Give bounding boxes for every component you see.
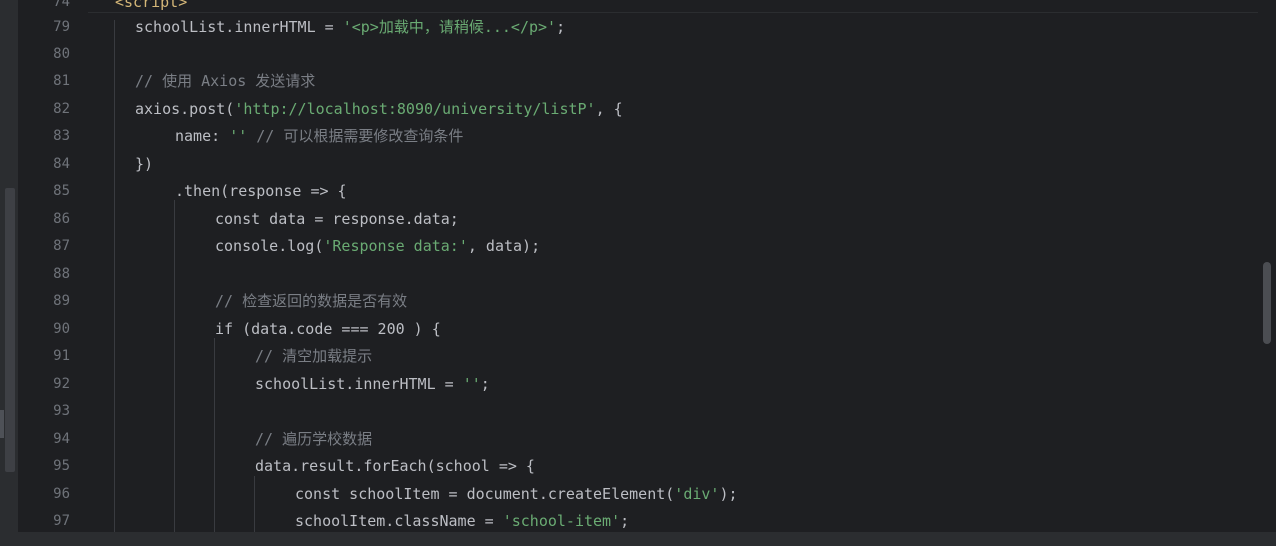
code-token: 'div' <box>674 485 720 503</box>
line-number: 92 <box>53 376 70 392</box>
line-number: 95 <box>53 458 70 474</box>
line-number: 84 <box>53 156 70 172</box>
line-number-gutter[interactable]: 74 79 80 81 82 83 84 85 86 87 88 89 90 91 92 93 94 95 96 97 <box>18 0 88 546</box>
code-line[interactable]: // 清空加载提示 <box>255 346 372 366</box>
line-number: 87 <box>53 238 70 254</box>
code-editor[interactable]: 74 79 80 81 82 83 84 85 86 87 88 89 90 91 92 93 94 95 96 97… <box>0 0 1276 546</box>
code-line[interactable]: <script> <box>115 0 187 12</box>
code-token: const schoolItem = document.createElemen… <box>295 485 675 503</box>
code-token: , { <box>595 100 623 118</box>
code-token: ; <box>556 18 566 36</box>
code-token: // 检查返回的数据是否有效 <box>215 292 408 310</box>
code-area[interactable]: <script> schoolList.innerHTML = '<p>加载中，请… <box>88 0 1250 546</box>
code-token: name: <box>175 127 230 145</box>
code-token: // 遍历学校数据 <box>255 430 373 448</box>
code-token: '' <box>462 375 481 393</box>
code-line[interactable]: if (data.code === 200 ) { <box>215 319 441 339</box>
code-token: // 使用 Axios 发送请求 <box>135 72 316 90</box>
line-number: 83 <box>53 128 70 144</box>
code-line[interactable]: schoolItem.className = 'school-item'; <box>295 511 629 531</box>
code-line[interactable]: const data = response.data; <box>215 209 459 229</box>
code-line[interactable]: // 遍历学校数据 <box>255 429 372 449</box>
indent-guide <box>214 338 215 546</box>
tool-window-strip-handle[interactable] <box>5 188 15 472</box>
code-token: '<p>加载中，请稍候...</p>' <box>342 18 557 36</box>
line-number: 86 <box>53 211 70 227</box>
code-line[interactable]: name: '' // 可以根据需要修改查询条件 <box>175 126 463 146</box>
code-line[interactable]: schoolList.innerHTML = ''; <box>255 374 490 394</box>
vertical-scrollbar[interactable] <box>1258 0 1276 546</box>
scrollbar-thumb[interactable] <box>1263 262 1271 344</box>
code-token: if (data.code === 200 ) { <box>215 320 441 338</box>
code-token: schoolList.innerHTML = <box>255 375 463 393</box>
code-token: 'http://localhost:8090/university/listP' <box>234 100 596 118</box>
code-token: ; <box>480 375 490 393</box>
code-token: }) <box>135 155 154 173</box>
code-token: data.result.forEach(school => { <box>255 457 535 475</box>
line-number: 82 <box>53 101 70 117</box>
code-line[interactable]: console.log('Response data:', data); <box>215 236 540 256</box>
line-number: 90 <box>53 321 70 337</box>
code-line[interactable]: .then(response => { <box>175 181 347 201</box>
code-line[interactable]: // 检查返回的数据是否有效 <box>215 291 407 311</box>
code-token: 'Response data:' <box>323 237 468 255</box>
code-token: schoolList.innerHTML = <box>135 18 343 36</box>
code-line[interactable]: axios.post('http://localhost:8090/univer… <box>135 99 623 119</box>
code-line[interactable]: schoolList.innerHTML = '<p>加载中，请稍候...</p… <box>135 17 565 37</box>
code-token: const data = response.data; <box>215 210 459 228</box>
code-token: // 可以根据需要修改查询条件 <box>247 127 464 145</box>
code-line[interactable]: data.result.forEach(school => { <box>255 456 535 476</box>
tool-window-tab[interactable] <box>0 410 4 438</box>
indent-guide <box>174 200 175 546</box>
code-token: axios.post( <box>135 100 235 118</box>
code-token: // 清空加载提示 <box>255 347 373 365</box>
line-number: 97 <box>53 513 70 529</box>
code-token: ; <box>620 512 630 530</box>
line-number: 79 <box>53 19 70 35</box>
indent-guide <box>114 20 115 546</box>
line-number: 74 <box>53 0 70 10</box>
line-number: 93 <box>53 403 70 419</box>
line-number: 89 <box>53 293 70 309</box>
line-number: 94 <box>53 431 70 447</box>
code-token: , data); <box>467 237 541 255</box>
code-token: .then(response => { <box>175 182 347 200</box>
line-number: 96 <box>53 486 70 502</box>
code-token: 'school-item' <box>502 512 621 530</box>
code-token: <script> <box>115 0 188 11</box>
line-number: 85 <box>53 183 70 199</box>
code-token: '' <box>229 127 248 145</box>
line-number: 88 <box>53 266 70 282</box>
line-number: 91 <box>53 348 70 364</box>
code-token: ); <box>719 485 738 503</box>
code-token: schoolItem.className = <box>295 512 503 530</box>
code-line[interactable]: // 使用 Axios 发送请求 <box>135 71 315 91</box>
line-number: 81 <box>53 73 70 89</box>
code-line[interactable]: const schoolItem = document.createElemen… <box>295 484 738 504</box>
code-token: console.log( <box>215 237 324 255</box>
line-number: 80 <box>53 46 70 62</box>
code-line[interactable]: }) <box>135 154 153 174</box>
horizontal-scrollbar[interactable] <box>0 532 1276 546</box>
tool-window-strip <box>0 0 19 546</box>
